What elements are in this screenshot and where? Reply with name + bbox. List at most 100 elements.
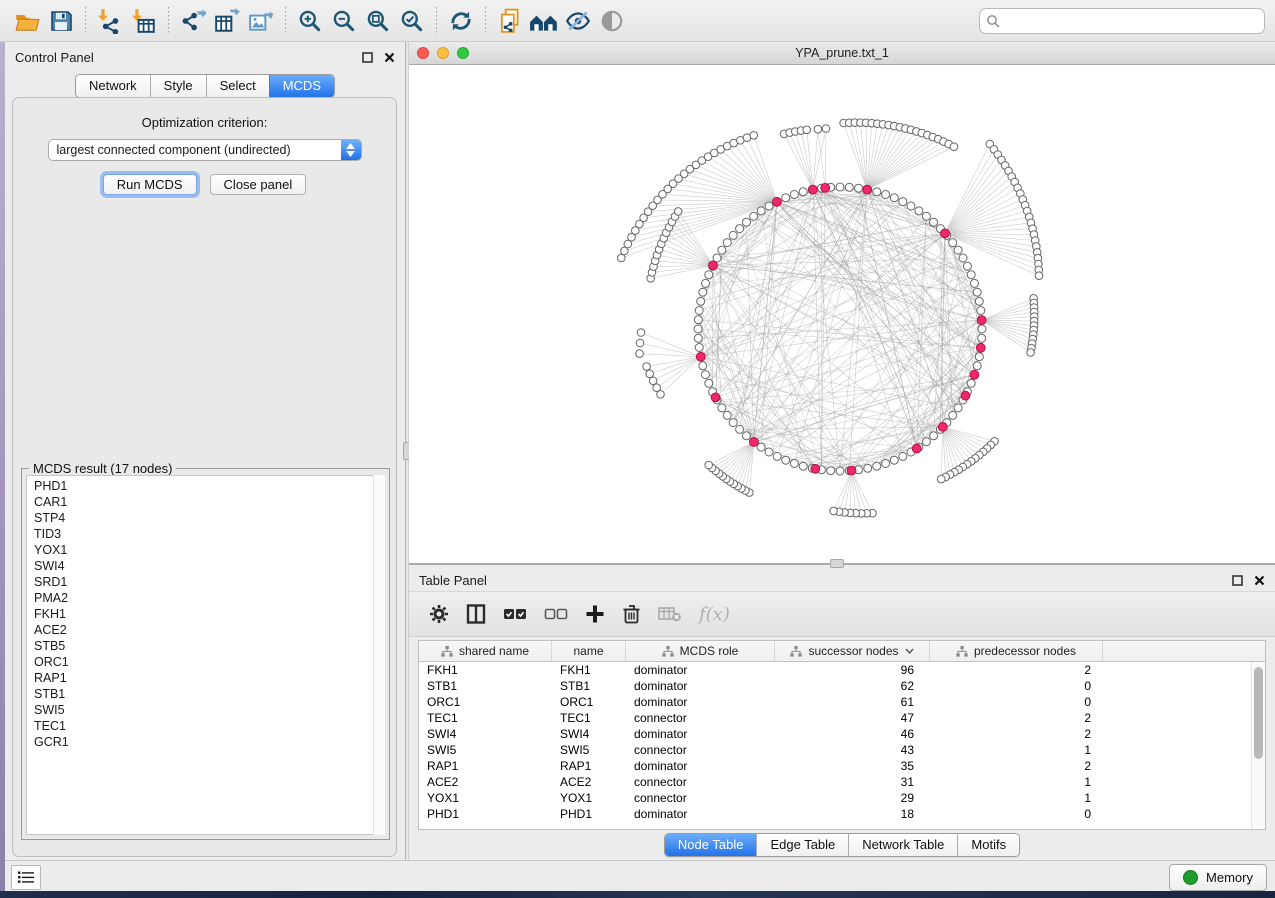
network-node[interactable] (699, 362, 707, 370)
table-row[interactable]: STB1STB1dominator620 (419, 678, 1265, 694)
mcds-node[interactable] (912, 444, 921, 453)
table-cell[interactable]: FKH1 (419, 663, 552, 677)
table-row[interactable]: PHD1PHD1dominator180 (419, 806, 1265, 822)
close-panel-button[interactable]: Close panel (210, 174, 307, 195)
network-node[interactable] (907, 202, 915, 210)
mcds-node[interactable] (938, 423, 947, 432)
tab-select[interactable]: Select (206, 75, 269, 97)
network-node[interactable] (782, 456, 790, 464)
export-network-icon[interactable] (176, 5, 210, 37)
tab-mcds[interactable]: MCDS (269, 75, 334, 97)
table-cell[interactable]: 47 (775, 711, 930, 725)
network-node[interactable] (723, 239, 731, 247)
network-node[interactable] (718, 404, 726, 412)
table-scrollbar[interactable] (1251, 662, 1265, 829)
network-node[interactable] (949, 239, 957, 247)
mcds-node[interactable] (863, 185, 872, 194)
apply-layout-icon[interactable] (444, 5, 478, 37)
zoom-selected-icon[interactable] (395, 5, 429, 37)
network-node[interactable] (950, 143, 958, 151)
network-node[interactable] (697, 297, 705, 305)
tab-network-table[interactable]: Network Table (848, 834, 957, 856)
zoom-fit-icon[interactable] (361, 5, 395, 37)
mcds-result-item[interactable]: SWI4 (27, 558, 384, 574)
table-cell[interactable]: connector (626, 743, 775, 757)
network-node[interactable] (695, 307, 703, 315)
mcds-node[interactable] (976, 343, 985, 352)
table-row[interactable]: SWI5SWI5connector431 (419, 742, 1265, 758)
table-row[interactable]: FKH1FKH1dominator962 (419, 662, 1265, 678)
network-node[interactable] (882, 191, 890, 199)
network-node[interactable] (1035, 272, 1043, 280)
network-node[interactable] (890, 456, 898, 464)
mcds-result-item[interactable]: SWI5 (27, 702, 384, 718)
mcds-node[interactable] (941, 229, 950, 238)
table-scrollbar-thumb[interactable] (1254, 667, 1263, 759)
run-mcds-button[interactable]: Run MCDS (103, 174, 197, 195)
export-image-icon[interactable] (244, 5, 278, 37)
column-header-predecessor-nodes[interactable]: predecessor nodes (930, 641, 1103, 661)
table-cell[interactable]: TEC1 (419, 711, 552, 725)
table-cell[interactable]: SWI4 (419, 727, 552, 741)
mcds-result-item[interactable]: ACE2 (27, 622, 384, 638)
table-cell[interactable]: FKH1 (552, 663, 626, 677)
mcds-result-item[interactable]: STB5 (27, 638, 384, 654)
network-node[interactable] (915, 207, 923, 215)
table-cell[interactable]: 43 (775, 743, 930, 757)
network-node[interactable] (649, 377, 657, 385)
table-cell[interactable]: ORC1 (419, 695, 552, 709)
table-cell[interactable]: dominator (626, 663, 775, 677)
network-node[interactable] (718, 246, 726, 254)
mcds-node[interactable] (961, 391, 970, 400)
mcds-result-item[interactable]: YOX1 (27, 542, 384, 558)
table-cell[interactable]: 1 (930, 775, 1103, 789)
network-node[interactable] (973, 362, 981, 370)
network-node[interactable] (975, 353, 983, 361)
network-node[interactable] (782, 194, 790, 202)
close-panel-icon[interactable] (1254, 575, 1265, 586)
table-cell[interactable]: PHD1 (419, 807, 552, 821)
network-node[interactable] (618, 254, 626, 262)
search-input[interactable] (979, 8, 1265, 34)
network-node[interactable] (705, 379, 713, 387)
table-settings-icon[interactable] (429, 604, 449, 624)
network-node[interactable] (757, 443, 765, 451)
mcds-result-item[interactable]: TEC1 (27, 718, 384, 734)
select-all-columns-icon[interactable] (503, 607, 527, 621)
first-neighbors-icon[interactable] (527, 5, 561, 37)
mcds-result-item[interactable]: STP4 (27, 510, 384, 526)
mcds-node[interactable] (847, 466, 856, 475)
zoom-out-icon[interactable] (327, 5, 361, 37)
network-node[interactable] (922, 438, 930, 446)
network-node[interactable] (702, 279, 710, 287)
network-node[interactable] (975, 297, 983, 305)
network-node[interactable] (790, 460, 798, 468)
show-all-icon[interactable] (595, 5, 629, 37)
network-node[interactable] (674, 208, 682, 216)
network-node[interactable] (694, 316, 702, 324)
network-node[interactable] (765, 202, 773, 210)
network-node[interactable] (954, 404, 962, 412)
tab-node-table[interactable]: Node Table (665, 834, 757, 856)
zoom-in-icon[interactable] (293, 5, 327, 37)
table-cell[interactable]: YOX1 (419, 791, 552, 805)
mcds-node[interactable] (809, 185, 818, 194)
import-network-icon[interactable] (93, 5, 127, 37)
table-cell[interactable]: 2 (930, 711, 1103, 725)
show-column-panel-icon[interactable] (466, 604, 486, 624)
network-node[interactable] (643, 363, 651, 371)
mcds-node[interactable] (750, 438, 759, 447)
table-cell[interactable]: ORC1 (552, 695, 626, 709)
float-panel-icon[interactable] (1232, 575, 1243, 586)
mcds-result-list[interactable]: PHD1CAR1STP4TID3YOX1SWI4SRD1PMA2FKH1ACE2… (26, 475, 385, 835)
network-node[interactable] (922, 212, 930, 220)
table-cell[interactable]: 96 (775, 663, 930, 677)
tab-style[interactable]: Style (150, 75, 206, 97)
network-view[interactable] (409, 65, 1275, 563)
mcds-result-item[interactable]: GCR1 (27, 734, 384, 750)
network-node[interactable] (971, 279, 979, 287)
table-cell[interactable]: TEC1 (552, 711, 626, 725)
network-node[interactable] (963, 262, 971, 270)
table-cell[interactable]: 18 (775, 807, 930, 821)
network-node[interactable] (973, 288, 981, 296)
